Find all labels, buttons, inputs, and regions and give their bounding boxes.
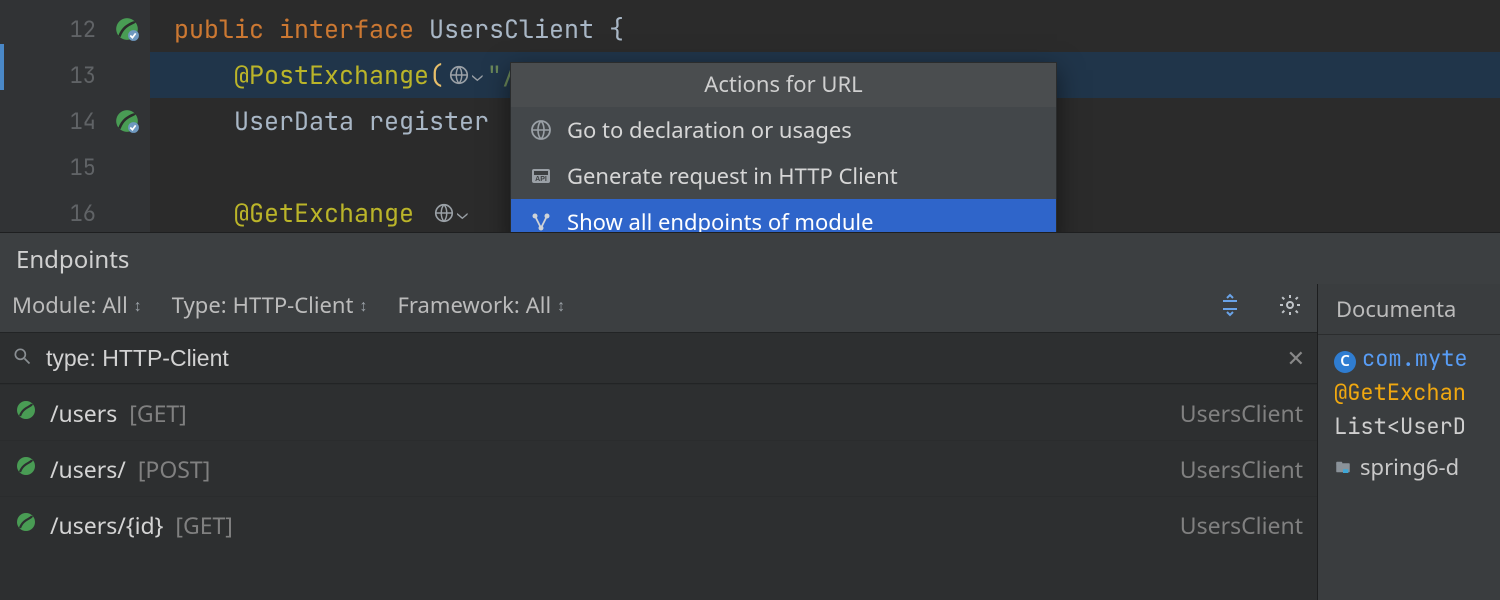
line-number: 13 [0, 61, 104, 90]
doc-package[interactable]: com.myte [1362, 344, 1468, 373]
spring-endpoint-icon [14, 509, 38, 541]
chevron-updown-icon: ↕ [359, 294, 367, 316]
endpoint-path: /users/ [50, 453, 126, 485]
filter-type-value: HTTP-Client [233, 290, 354, 320]
endpoints-search[interactable]: ✕ [0, 332, 1317, 384]
endpoints-icon [529, 210, 553, 232]
chevron-updown-icon: ↕ [557, 294, 565, 316]
popup-action-item[interactable]: Go to declaration or usages [511, 107, 1056, 153]
popup-action-label: Go to declaration or usages [567, 115, 852, 145]
line-number: 15 [0, 153, 104, 182]
settings-button[interactable] [1275, 290, 1305, 320]
line-number: 14 [0, 107, 104, 136]
spring-gutter-icon[interactable] [114, 108, 140, 134]
globe-icon [529, 118, 553, 142]
line-number: 16 [0, 199, 104, 228]
doc-module-line: spring6-d [1334, 450, 1500, 484]
line-number: 12 [0, 15, 104, 44]
url-globe-icon[interactable]: ⌄ [433, 202, 468, 225]
api-icon [529, 164, 553, 188]
spring-endpoint-icon [14, 397, 38, 429]
endpoint-path: /users [50, 397, 117, 429]
filter-type[interactable]: Type: HTTP-Client ↕ [172, 290, 368, 320]
popup-title: Actions for URL [511, 63, 1056, 107]
endpoint-row[interactable]: /users [GET] UsersClient [0, 384, 1317, 440]
endpoint-path: /users/{id} [50, 509, 163, 541]
doc-class-line: Ccom.myte [1334, 341, 1500, 376]
editor-gutter: 12 13 14 15 16 [0, 0, 150, 232]
gutter-icon-empty [114, 200, 140, 226]
popup-action-item[interactable]: Show all endpoints of module [511, 199, 1056, 232]
gutter-icon-empty [114, 62, 140, 88]
code-token: @PostExchange [234, 58, 429, 92]
doc-module-name: spring6-d [1360, 450, 1459, 484]
gutter-line: 12 [0, 6, 150, 52]
documentation-tab[interactable]: Documenta [1318, 284, 1500, 335]
url-actions-popup: Actions for URL Go to declaration or usa… [510, 62, 1057, 232]
expand-collapse-button[interactable] [1215, 290, 1245, 320]
endpoints-list: /users [GET] UsersClient/users/ [POST] Use… [0, 384, 1317, 552]
popup-action-item[interactable]: Generate request in HTTP Client [511, 153, 1056, 199]
endpoint-row[interactable]: /users/ [POST] UsersClient [0, 440, 1317, 496]
popup-action-label: Generate request in HTTP Client [567, 161, 898, 191]
filter-module-label: Module: [12, 290, 96, 320]
endpoints-filter-bar: Module: All ↕ Type: HTTP-Client ↕ Framew… [0, 284, 1317, 332]
url-globe-icon[interactable]: ⌄ [448, 64, 483, 87]
filter-module[interactable]: Module: All ↕ [12, 290, 142, 320]
code-token: @GetExchange [234, 196, 414, 230]
chevron-updown-icon: ↕ [134, 294, 142, 316]
code-token: { [609, 12, 624, 46]
endpoint-method: [POST] [138, 453, 210, 485]
code-token: UsersClient [429, 12, 609, 46]
filter-module-value: All [102, 290, 127, 320]
endpoint-method: [GET] [175, 509, 232, 541]
code-token: public [174, 12, 279, 46]
filter-framework-label: Framework: [397, 290, 519, 320]
clear-search-button[interactable]: ✕ [1287, 343, 1305, 373]
code-token: interface [279, 12, 429, 46]
code-editor[interactable]: 12 13 14 15 16 public interface UsersClient … [0, 0, 1500, 232]
endpoint-owner: UsersClient [1180, 509, 1303, 541]
code-line[interactable]: public interface UsersClient { [150, 6, 1500, 52]
gutter-line: 14 [0, 98, 150, 144]
endpoint-owner: UsersClient [1180, 397, 1303, 429]
spring-endpoint-icon [14, 453, 38, 485]
code-token: UserData register [234, 104, 489, 138]
code-token [414, 196, 429, 230]
search-icon [12, 345, 32, 372]
endpoints-search-input[interactable] [44, 344, 1275, 373]
module-icon [1334, 458, 1352, 476]
gutter-line: 16 [0, 190, 150, 232]
gutter-line: 15 [0, 144, 150, 190]
endpoint-owner: UsersClient [1180, 453, 1303, 485]
documentation-panel: Documenta Ccom.myte @GetExchan List<User… [1318, 284, 1500, 600]
gutter-icon-empty [114, 154, 140, 180]
code-token: ( [429, 58, 444, 92]
filter-framework-value: All [526, 290, 551, 320]
editor-change-marker [0, 0, 4, 232]
toolwindow-title: Endpoints [0, 232, 1500, 284]
gutter-line: 13 [0, 52, 150, 98]
doc-signature: List<UserD [1334, 410, 1500, 444]
spring-gutter-icon[interactable] [114, 16, 140, 42]
endpoint-method: [GET] [129, 397, 186, 429]
filter-framework[interactable]: Framework: All ↕ [397, 290, 565, 320]
doc-annotation: @GetExchan [1334, 376, 1500, 410]
class-icon: C [1334, 351, 1356, 373]
filter-type-label: Type: [172, 290, 227, 320]
popup-action-label: Show all endpoints of module [567, 207, 874, 232]
endpoint-row[interactable]: /users/{id} [GET] UsersClient [0, 496, 1317, 552]
